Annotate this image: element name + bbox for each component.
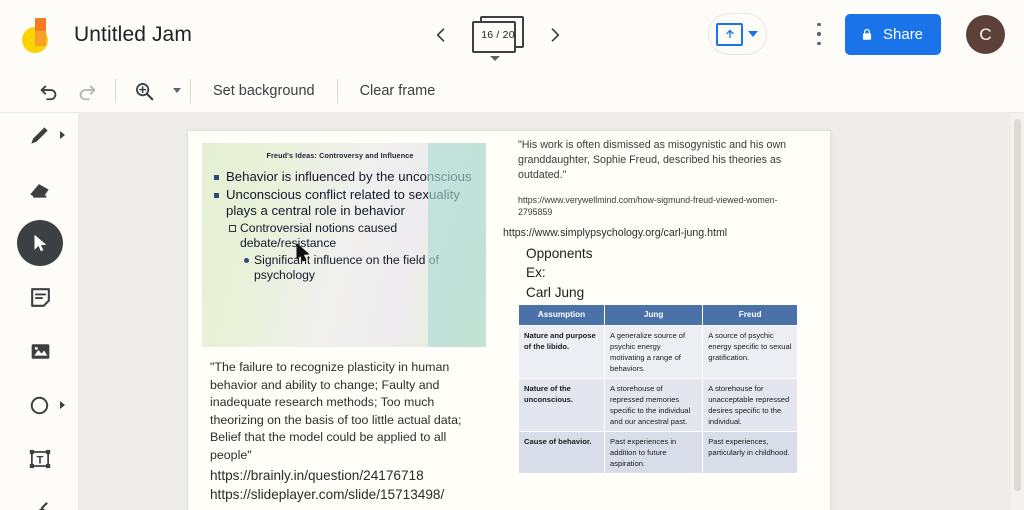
top-app-bar: Untitled Jam 16 / 20 Share C [0,0,1024,69]
tool-eraser[interactable] [17,166,63,212]
frame-counter-button[interactable]: 16 / 20 [466,12,530,61]
toolbar-divider [336,78,338,103]
avatar[interactable]: C [966,15,1005,54]
jamboard-logo-icon[interactable] [18,13,62,57]
share-button[interactable]: Share [845,14,942,55]
tool-image[interactable] [17,328,63,374]
comparison-table-object[interactable]: Assumption Jung Freud Nature and purpose… [518,304,798,474]
table-header-cell: Assumption [518,304,605,326]
tool-text-box[interactable]: T [17,436,63,482]
vertical-scrollbar[interactable] [1011,113,1024,510]
image-icon [31,343,49,359]
sticky-note-icon [30,287,50,307]
svg-text:T: T [37,454,44,466]
prev-frame-button[interactable] [420,14,462,56]
zoom-button[interactable] [125,72,163,110]
table-header-row: Assumption Jung Freud [518,304,798,326]
frame-counter-label: 16 / 20 [481,28,515,41]
left-links-text[interactable]: https://brainly.in/question/24176718 htt… [210,467,510,505]
next-frame-button[interactable] [534,14,576,56]
table-row: Cause of behavior. Past experiences in a… [518,430,798,474]
table-cell: A storehouse of repressed memories speci… [603,377,704,432]
set-background-button[interactable]: Set background [200,77,328,105]
undo-button[interactable] [30,72,68,110]
opponents-text[interactable]: Opponents Ex: Carl Jung [526,244,593,302]
toolbar-divider [190,78,191,103]
lock-icon [862,28,872,40]
redo-icon [79,85,96,100]
share-button-label: Share [883,26,924,43]
eraser-icon [30,184,49,198]
jam-frame[interactable]: Freud's Ideas: Controversy and Influence… [188,131,830,510]
chevron-left-icon [436,27,445,42]
caret-down-icon[interactable] [490,55,500,61]
zoom-in-icon [136,82,154,100]
pen-icon [31,126,49,144]
redo-button[interactable] [68,72,106,110]
table-cell: A source of psychic energy specific to s… [702,324,798,379]
toolbar-divider [115,78,116,103]
avatar-initial: C [979,24,992,44]
kebab-dot [817,41,821,45]
table-cell: Nature of the unconscious. [518,377,605,432]
table-header-cell: Jung [603,304,704,326]
right-quote-text[interactable]: "His work is often dismissed as misogyni… [518,138,818,184]
page-title[interactable]: Untitled Jam [74,23,192,47]
jung-link-text[interactable]: https://www.simplypsychology.org/carl-ju… [503,227,833,239]
tool-rail: T [0,113,78,510]
table-cell: Past experiences, particularly in childh… [702,430,798,474]
chevron-right-icon[interactable] [60,131,65,139]
table-cell: Nature and purpose of the libido. [518,324,605,379]
kebab-dot [817,23,821,27]
editing-toolbar: Set background Clear frame [0,69,1024,113]
zoom-caret-down-icon[interactable] [173,88,181,93]
table-cell: Cause of behavior. [518,430,605,474]
frame-navigation: 16 / 20 [420,0,576,69]
upload-arrow-icon [725,29,734,39]
kebab-dot [817,32,821,36]
tool-shape[interactable] [17,382,65,428]
chevron-right-icon [551,27,560,42]
slide-image-object[interactable]: Freud's Ideas: Controversy and Influence… [202,143,486,347]
table-row: Nature and purpose of the libido. A gene… [518,324,798,379]
table-cell: A storehouse for unacceptable repressed … [702,377,798,432]
jam-canvas[interactable]: Freud's Ideas: Controversy and Influence… [78,113,1024,510]
slide-image-teal-overlay [428,143,486,347]
caret-down-icon[interactable] [748,31,758,37]
table-row: Nature of the unconscious. A storehouse … [518,377,798,432]
chevron-right-icon[interactable] [60,401,65,409]
scrollbar-thumb[interactable] [1014,119,1021,491]
text-box-icon: T [29,449,51,469]
tool-pen[interactable] [17,112,65,158]
undo-icon [40,85,57,100]
jamboard-app: Untitled Jam 16 / 20 Share C Set backgro… [0,0,1024,510]
cursor-arrow-icon [34,234,47,252]
more-options-button[interactable] [808,21,830,47]
table-cell: Past experiences in addition to future a… [603,430,704,474]
tool-laser[interactable] [17,488,63,510]
clear-frame-button[interactable]: Clear frame [347,77,449,105]
present-to-screen-icon [716,22,743,46]
table-header-cell: Freud [702,304,798,326]
circle-shape-icon [30,396,48,414]
tool-sticky-note[interactable] [17,274,63,320]
present-to-screen-button[interactable] [708,13,767,55]
laser-pointer-icon [38,502,48,510]
table-cell: A generalize source of psychic energy mo… [603,324,704,379]
right-citation-text[interactable]: https://www.verywellmind.com/how-sigmund… [518,195,778,219]
left-quote-text[interactable]: "The failure to recognize plasticity in … [210,359,480,465]
tool-select[interactable] [17,220,63,266]
logo-bar-highlight-shape [35,30,46,46]
